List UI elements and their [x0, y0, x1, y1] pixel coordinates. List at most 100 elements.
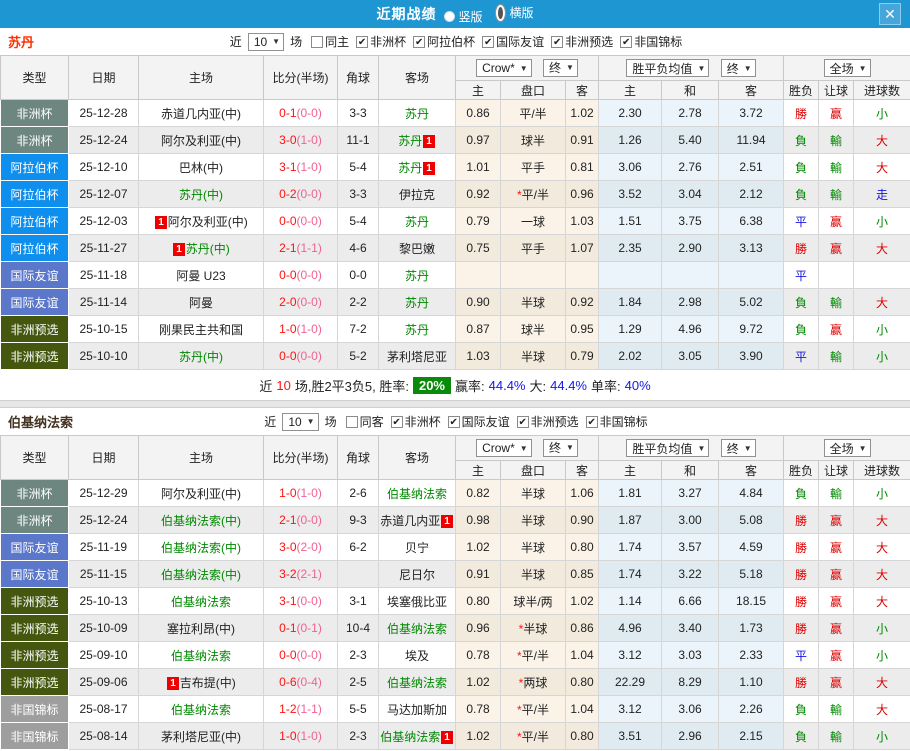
corner: 2-5: [338, 669, 379, 696]
odds-handicap: [501, 262, 566, 289]
odds-final-dropdown[interactable]: 终▼: [543, 59, 578, 77]
checkbox-同主[interactable]: [311, 36, 323, 48]
subheader-odds-home: 主: [456, 81, 501, 100]
avg-dropdown[interactable]: 胜平负均值▼: [626, 439, 709, 457]
full-score: 2-1: [279, 241, 296, 255]
away-team-name: 苏丹: [405, 269, 429, 283]
result-handicap: [819, 262, 854, 289]
score: 1-2(1-1): [264, 696, 338, 723]
half-score: (2-1): [297, 567, 322, 581]
subheader-goals-result: 进球数: [854, 81, 910, 100]
corner: 2-3: [338, 723, 379, 750]
chevron-down-icon: ▼: [859, 444, 867, 453]
result-goals: 小: [854, 480, 910, 507]
home-team: 1阿尔及利亚(中): [139, 208, 264, 235]
checkbox-label-同主[interactable]: 同主: [325, 33, 349, 50]
avg-final-dropdown[interactable]: 终▼: [721, 59, 756, 77]
odds-away: 0.86: [566, 615, 599, 642]
checkbox-label-非洲杯[interactable]: 非洲杯: [370, 33, 406, 50]
checkbox-非洲杯[interactable]: ✔: [391, 416, 403, 428]
avg-final-dropdown[interactable]: 终▼: [721, 439, 756, 457]
match-row: 非洲杯25-12-28赤道几内亚(中)0-1(0-0)3-3苏丹0.86平/半1…: [1, 100, 910, 127]
odds-handicap: *半球: [501, 615, 566, 642]
half-score: (1-0): [297, 486, 322, 500]
half-score: (1-0): [297, 322, 322, 336]
checkbox-阿拉伯杯[interactable]: ✔: [413, 36, 425, 48]
match-date: 25-11-15: [69, 561, 139, 588]
checkbox-label-国际友谊[interactable]: 国际友谊: [496, 33, 544, 50]
full-score: 1-0: [279, 729, 296, 743]
avg-home: 3.52: [599, 181, 662, 208]
match-date: 25-12-10: [69, 154, 139, 181]
fullmatch-dropdown[interactable]: 全场▼: [824, 439, 871, 457]
corner: 3-1: [338, 588, 379, 615]
checkbox-同客[interactable]: [346, 416, 358, 428]
checkbox-非国锦标[interactable]: ✔: [586, 416, 598, 428]
corner: 11-1: [338, 127, 379, 154]
checkbox-label-非洲预选[interactable]: 非洲预选: [531, 413, 579, 430]
result-outcome: 平: [784, 262, 819, 289]
result-handicap: 輸: [819, 723, 854, 750]
match-type: 非洲预选: [1, 588, 69, 615]
result-outcome: 平: [784, 343, 819, 370]
avg-home: 1.84: [599, 289, 662, 316]
checkbox-label-非国锦标[interactable]: 非国锦标: [634, 33, 682, 50]
layout-radio-竖版[interactable]: 竖版: [444, 8, 482, 25]
avg-draw: 3.27: [662, 480, 719, 507]
recent-count-select[interactable]: 10▼: [282, 413, 318, 431]
layout-radio-横版[interactable]: 横版: [491, 4, 534, 22]
avg-dropdown[interactable]: 胜平负均值▼: [626, 59, 709, 77]
result-goals: 走: [854, 181, 910, 208]
result-goals: 小: [854, 642, 910, 669]
odds-source-dropdown[interactable]: Crow*▼: [476, 59, 532, 77]
result-goals: 小: [854, 723, 910, 750]
result-outcome: 勝: [784, 235, 819, 262]
handicap-text: 半球: [521, 350, 545, 364]
away-team: 苏丹: [379, 100, 456, 127]
home-team-name: 伯基纳法索(中): [161, 541, 241, 555]
checkbox-国际友谊[interactable]: ✔: [448, 416, 460, 428]
home-team-name: 赤道几内亚(中): [161, 107, 241, 121]
avg-draw: 3.40: [662, 615, 719, 642]
home-team-name: 塞拉利昂(中): [167, 622, 235, 636]
corner: 7-2: [338, 316, 379, 343]
team-name: 伯基纳法索: [8, 412, 73, 431]
checkbox-非洲预选[interactable]: ✔: [551, 36, 563, 48]
checkbox-国际友谊[interactable]: ✔: [482, 36, 494, 48]
result-outcome: 勝: [784, 100, 819, 127]
odds-home: 0.96: [456, 615, 501, 642]
checkbox-label-非洲预选[interactable]: 非洲预选: [565, 33, 613, 50]
checkbox-非洲杯[interactable]: ✔: [356, 36, 368, 48]
fullmatch-dropdown[interactable]: 全场▼: [824, 59, 871, 77]
recent-count-select[interactable]: 10▼: [248, 33, 284, 51]
corner: 2-2: [338, 289, 379, 316]
avg-home: 3.06: [599, 154, 662, 181]
result-handicap: 赢: [819, 316, 854, 343]
full-score: 3-1: [279, 160, 296, 174]
chevron-down-icon: ▼: [307, 417, 315, 426]
subheader-avg-away: 客: [719, 461, 784, 480]
odds-source-dropdown[interactable]: Crow*▼: [476, 439, 532, 457]
score: 3-0(1-0): [264, 127, 338, 154]
checkbox-label-国际友谊[interactable]: 国际友谊: [462, 413, 510, 430]
away-team-name: 埃塞俄比亚: [387, 595, 447, 609]
checkbox-label-同客[interactable]: 同客: [360, 413, 384, 430]
win-rate-badge: 20%: [413, 377, 451, 394]
stat-value: 44.4%: [550, 378, 587, 393]
checkbox-label-非洲杯[interactable]: 非洲杯: [405, 413, 441, 430]
result-handicap: 赢: [819, 534, 854, 561]
checkbox-label-非国锦标[interactable]: 非国锦标: [600, 413, 648, 430]
close-button[interactable]: ✕: [879, 3, 901, 25]
home-team-name: 阿曼: [189, 296, 213, 310]
result-outcome: 負: [784, 289, 819, 316]
full-score: 3-2: [279, 567, 296, 581]
match-type: 非洲预选: [1, 316, 69, 343]
home-team: 阿曼 U23: [139, 262, 264, 289]
checkbox-非洲预选[interactable]: ✔: [517, 416, 529, 428]
checkbox-label-阿拉伯杯[interactable]: 阿拉伯杯: [427, 33, 475, 50]
match-type: 非国锦标: [1, 723, 69, 750]
checkbox-非国锦标[interactable]: ✔: [620, 36, 632, 48]
odds-final-dropdown[interactable]: 终▼: [543, 439, 578, 457]
odds-away: 1.04: [566, 696, 599, 723]
avg-draw: 6.66: [662, 588, 719, 615]
